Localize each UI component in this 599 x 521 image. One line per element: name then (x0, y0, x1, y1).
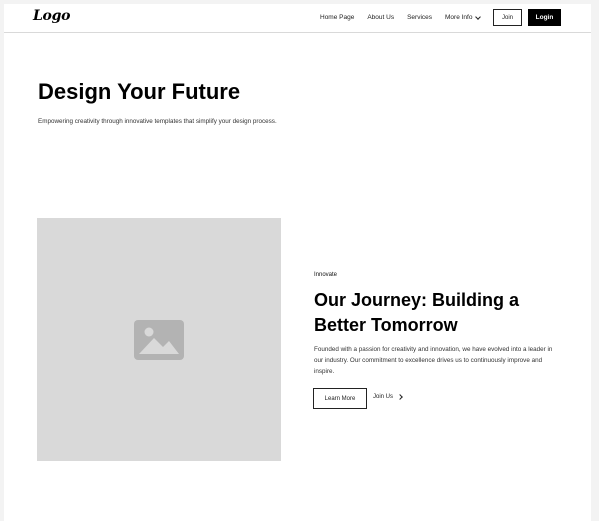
join-button[interactable]: Join (493, 9, 522, 26)
section-body: Founded with a passion for creativity an… (314, 346, 553, 375)
navbar: Logo Home Page About Us Services More In… (4, 4, 591, 33)
learn-more-button[interactable]: Learn More (313, 388, 367, 409)
image-placeholder (37, 218, 281, 461)
hero-title: Design Your Future (38, 79, 241, 104)
nav-links: Home Page About Us Services More Info (320, 13, 482, 21)
hero-subtitle: Empowering creativity through innovative… (38, 118, 277, 125)
page: Logo Home Page About Us Services More In… (4, 4, 591, 521)
image-icon (134, 320, 184, 360)
join-us-label: Join Us (373, 394, 394, 400)
chevron-down-icon (475, 13, 482, 20)
nav-link-more-info-label: More Info (445, 14, 473, 21)
section-tagline: Innovate (314, 272, 338, 278)
logo[interactable]: Logo (33, 8, 70, 24)
chevron-right-icon (397, 394, 403, 400)
section-title: Our Journey: Building a Better Tomorrow (314, 290, 520, 335)
nav-link-home[interactable]: Home Page (320, 14, 354, 21)
login-button[interactable]: Login (528, 9, 561, 26)
nav-link-about[interactable]: About Us (367, 14, 394, 21)
join-us-link[interactable]: Join Us (373, 394, 403, 400)
nav-dropdown-more-info[interactable]: More Info (445, 13, 482, 21)
nav-link-services[interactable]: Services (407, 14, 432, 21)
